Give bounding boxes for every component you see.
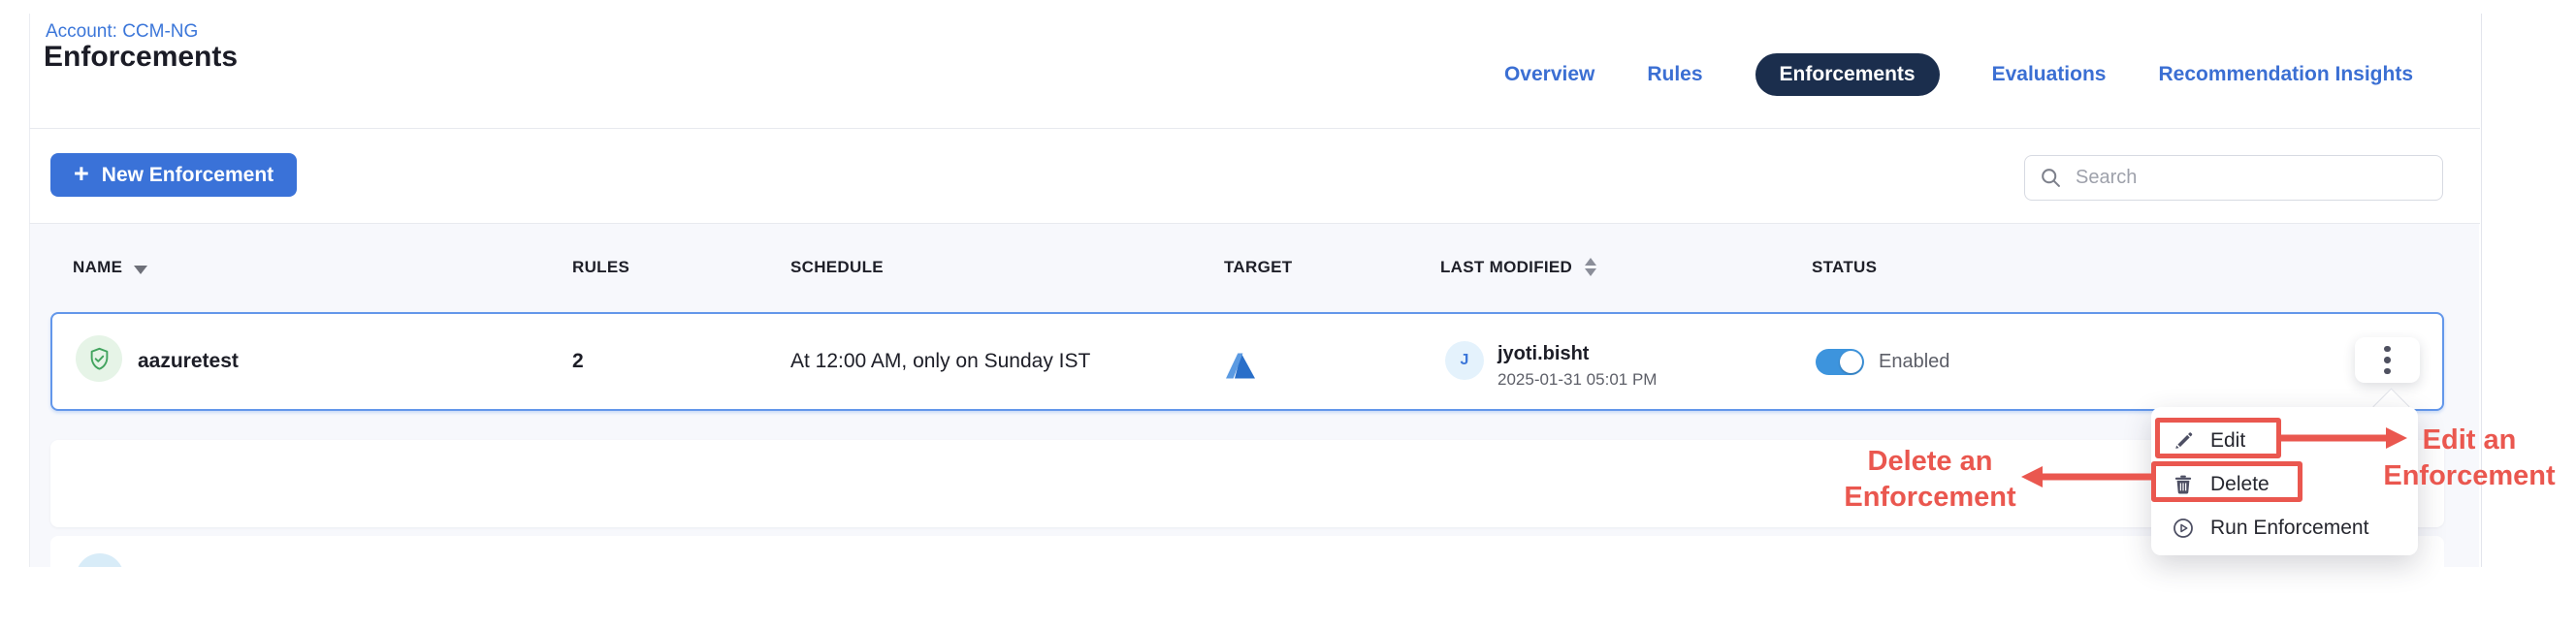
- new-enforcement-button[interactable]: + New Enforcement: [50, 153, 297, 197]
- menu-item-label: Run Enforcement: [2210, 517, 2368, 540]
- header-divider: [29, 128, 2480, 129]
- tab-overview[interactable]: Overview: [1504, 63, 1594, 86]
- column-header-target: TARGET: [1224, 258, 1292, 277]
- column-header-status: STATUS: [1812, 258, 1877, 277]
- breadcrumb[interactable]: Account: CCM-NG: [46, 21, 198, 43]
- tab-bar: Overview Rules Enforcements Evaluations …: [1504, 52, 2413, 97]
- menu-item-run-enforcement[interactable]: Run Enforcement: [2151, 506, 2418, 550]
- avatar: J: [1445, 341, 1484, 380]
- search-input[interactable]: [2024, 155, 2443, 201]
- edit-highlight-box: [2155, 418, 2281, 458]
- modified-date: 2025-01-31 05:01 PM: [1497, 370, 1657, 390]
- shield-check-icon: [76, 335, 122, 382]
- plus-icon: +: [74, 161, 89, 187]
- row-avatar-icon: [76, 553, 124, 567]
- tab-recommendation-insights[interactable]: Recommendation Insights: [2158, 63, 2413, 86]
- delete-annotation-label: Delete an Enforcement: [1833, 444, 2027, 516]
- search-icon: [2040, 167, 2062, 189]
- new-enforcement-label: New Enforcement: [102, 164, 274, 187]
- rules-count: 2: [572, 350, 584, 373]
- tab-enforcements[interactable]: Enforcements: [1755, 53, 1940, 96]
- tab-rules[interactable]: Rules: [1647, 63, 1702, 86]
- sort-desc-icon[interactable]: [134, 266, 147, 274]
- status-label: Enabled: [1879, 351, 1949, 373]
- kebab-icon: [2384, 346, 2391, 353]
- delete-highlight-box: [2151, 461, 2302, 502]
- row-actions-menu-button[interactable]: [2355, 337, 2420, 383]
- azure-icon: [1226, 353, 1255, 379]
- table-row[interactable]: [50, 536, 2444, 567]
- sort-icon[interactable]: [1585, 258, 1596, 276]
- page-title: Enforcements: [44, 41, 238, 74]
- edit-annotation-label: Edit an Enforcement: [2374, 423, 2564, 494]
- schedule-text: At 12:00 AM, only on Sunday IST: [790, 350, 1090, 373]
- column-header-rules: RULES: [572, 258, 629, 277]
- enforcements-page: Account: CCM-NG Enforcements Overview Ru…: [0, 0, 2576, 628]
- play-circle-icon: [2173, 518, 2194, 539]
- delete-annotation-arrow: [2021, 463, 2151, 490]
- modified-by: jyoti.bisht: [1497, 343, 1589, 365]
- column-header-name[interactable]: NAME: [73, 258, 122, 277]
- column-header-last-modified[interactable]: LAST MODIFIED: [1440, 258, 1572, 277]
- column-header-schedule: SCHEDULE: [790, 258, 884, 277]
- status-toggle[interactable]: [1816, 349, 1864, 375]
- tab-evaluations[interactable]: Evaluations: [1992, 63, 2107, 86]
- enforcement-name: aazuretest: [138, 350, 239, 373]
